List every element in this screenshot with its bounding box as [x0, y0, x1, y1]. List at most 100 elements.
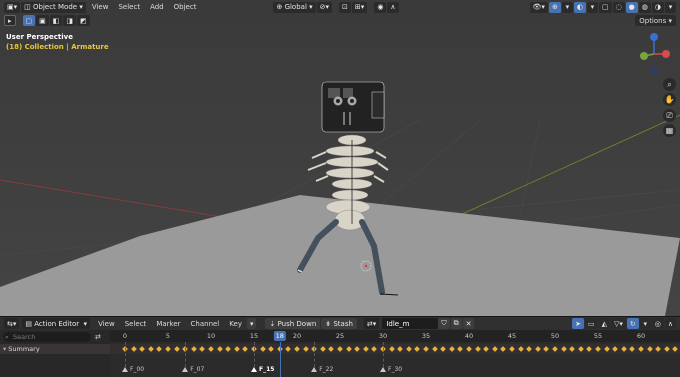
ae-menu-channel[interactable]: Channel — [186, 320, 225, 328]
only-errors-icon[interactable]: ◭ — [598, 318, 610, 329]
viewport-info-overlay: User Perspective (18) Collection | Armat… — [6, 33, 109, 51]
channel-search-input[interactable]: ⌕ Search — [3, 332, 91, 342]
filters-icon[interactable]: ▽▾ — [610, 318, 626, 329]
proportional-falloff-icon[interactable]: ∧ — [387, 1, 399, 13]
ae-menu-key[interactable]: Key — [224, 320, 247, 328]
select-extend-icon[interactable]: ▣ — [36, 15, 49, 26]
xray-toggle-icon[interactable]: ▢ — [598, 1, 612, 13]
expand-arrow-icon: ▾ — [3, 345, 7, 353]
frame-tick-label: 40 — [464, 332, 474, 340]
filter-swap-icon[interactable]: ⇄ — [95, 333, 101, 341]
options-dropdown[interactable]: Options ▾ — [635, 15, 676, 26]
marker-line — [185, 342, 187, 367]
dopesheet-timeline[interactable]: 0 5 10 15 18 20 25 30 35 40 45 50 55 60 F_00 F_07 F_15 F… — [110, 330, 680, 377]
only-selected-icon[interactable]: ➤ — [572, 318, 584, 329]
marker-label: F_22 — [319, 366, 334, 373]
snap-toggle-icon[interactable]: ⊡ — [339, 1, 351, 13]
frame-tick-label: 55 — [593, 332, 603, 340]
select-subtract-icon[interactable]: ◧ — [49, 15, 63, 26]
shading-wireframe-icon[interactable]: ◌ — [612, 1, 625, 13]
current-frame-indicator[interactable]: 18 — [273, 331, 286, 341]
marker-triangle-icon — [122, 367, 128, 372]
gizmo-toggle-icon[interactable]: ⊕ — [548, 1, 561, 13]
frame-tick-label: 15 — [249, 332, 259, 340]
editor-type-button[interactable]: ▣▾ — [4, 1, 21, 13]
frame-tick-label: 30 — [378, 332, 388, 340]
perspective-label: User Perspective — [6, 33, 73, 41]
camera-view-icon[interactable]: ⎚ — [663, 109, 676, 122]
timeline-marker[interactable]: F_30 — [380, 366, 402, 373]
unlink-action-icon[interactable]: ✕ — [462, 318, 475, 329]
summary-channel[interactable]: ▾ Summary — [0, 344, 110, 354]
pivot-point-icon[interactable]: ⊘▾ — [316, 1, 333, 13]
gizmo-settings-icon[interactable]: ▾ — [561, 1, 573, 13]
snap-settings-icon[interactable]: ⊞▾ — [351, 1, 368, 13]
menu-view[interactable]: View — [87, 3, 114, 11]
shading-settings-icon[interactable]: ▾ — [665, 1, 676, 13]
proportional-edit-icon[interactable]: ◉ — [374, 1, 387, 13]
show-hidden-icon[interactable]: ▭ — [584, 318, 598, 329]
object-label: Armature — [71, 43, 109, 51]
marker-line — [125, 342, 126, 367]
select-new-icon[interactable]: ▢ — [22, 15, 36, 26]
3d-viewport[interactable]: ▣▾ ◫ Object Mode ▾ View Select Add Objec… — [0, 0, 680, 316]
snap-mode-icon[interactable]: ▾ — [639, 318, 651, 329]
timeline-marker[interactable]: F_07 — [182, 366, 204, 373]
select-intersect-icon[interactable]: ◩ — [77, 15, 90, 26]
ae-menu-select[interactable]: Select — [120, 320, 152, 328]
viewport-header: ▣▾ ◫ Object Mode ▾ View Select Add Objec… — [0, 0, 680, 14]
menu-add[interactable]: Add — [145, 3, 169, 11]
timeline-marker[interactable]: F_22 — [311, 366, 333, 373]
keyframe-type-dropdown[interactable]: ▾ — [246, 318, 257, 329]
push-down-icon: ⇣ — [269, 319, 278, 328]
ae-menu-marker[interactable]: Marker — [151, 320, 185, 328]
stash-button[interactable]: ⇟ Stash — [321, 318, 357, 329]
action-name-field[interactable]: Idle_m — [382, 318, 439, 329]
frame-tick-label: 50 — [550, 332, 560, 340]
overlays-toggle-icon[interactable]: ◐ — [573, 1, 586, 13]
frame-tick-label: 5 — [165, 332, 171, 340]
frame-tick-label: 0 — [122, 332, 128, 340]
auto-snap-icon[interactable]: ↻ — [626, 318, 639, 329]
shading-solid-icon[interactable]: ● — [625, 1, 638, 13]
action-editor-header: ⇆▾ ▤ Action Editor ▾ View Select Marker … — [0, 316, 680, 330]
new-action-icon[interactable]: ⧉ — [450, 318, 462, 329]
menu-select[interactable]: Select — [113, 3, 145, 11]
ae-menu-view[interactable]: View — [93, 320, 120, 328]
marker-line — [254, 342, 255, 367]
frame-tick-label: 35 — [421, 332, 431, 340]
dopesheet-editor-type-icon[interactable]: ⇆▾ — [4, 318, 20, 329]
select-invert-icon[interactable]: ◨ — [63, 15, 77, 26]
frame-tick-label: 60 — [636, 332, 646, 340]
action-editor-mode-dropdown[interactable]: ▤ Action Editor ▾ — [22, 318, 91, 329]
object-mode-dropdown[interactable]: ◫ Object Mode ▾ — [21, 1, 86, 13]
overlays-settings-icon[interactable]: ▾ — [586, 1, 598, 13]
frame-ruler[interactable]: 0 5 10 15 18 20 25 30 35 40 45 50 55 60 — [110, 330, 680, 342]
channels-region: ⌕ Search ⇄ ▾ Summary — [0, 330, 110, 377]
push-down-button[interactable]: ⇣ Push Down — [265, 318, 321, 329]
marker-label: F_15 — [259, 366, 275, 373]
tool-header: ▸ ▢ ▣ ◧ ◨ ◩ — [4, 14, 91, 27]
shading-rendered-icon[interactable]: ◑ — [651, 1, 664, 13]
ortho-grid-icon[interactable]: ▦ — [663, 124, 676, 137]
proportional-editing-icon[interactable]: ◎ — [651, 318, 664, 329]
marker-line — [314, 342, 316, 367]
zoom-icon[interactable]: ⌕ — [663, 78, 676, 91]
transform-orientation-dropdown[interactable]: ⊕ Global ▾ — [273, 1, 316, 13]
pan-hand-icon[interactable]: ✋ — [663, 93, 676, 106]
menu-object[interactable]: Object — [169, 3, 202, 11]
playhead-line[interactable] — [279, 342, 281, 377]
marker-label: F_07 — [190, 366, 205, 373]
timeline-marker[interactable]: F_15 — [251, 366, 274, 373]
visibility-icon[interactable]: 👁▾ — [529, 1, 548, 13]
falloff-icon[interactable]: ∧ — [664, 318, 676, 329]
timeline-marker[interactable]: F_00 — [122, 366, 144, 373]
marker-triangle-icon — [380, 367, 386, 372]
shading-material-icon[interactable]: ◍ — [638, 1, 651, 13]
marker-label: F_00 — [130, 366, 145, 373]
active-tool-icon[interactable]: ▸ — [4, 15, 16, 26]
action-editor-icon: ▤ — [25, 319, 35, 328]
navigation-gizmo[interactable] — [634, 30, 674, 78]
action-browse-icon[interactable]: ⇄▾ — [363, 318, 380, 329]
fake-user-shield-icon[interactable]: ⛉ — [438, 318, 450, 329]
